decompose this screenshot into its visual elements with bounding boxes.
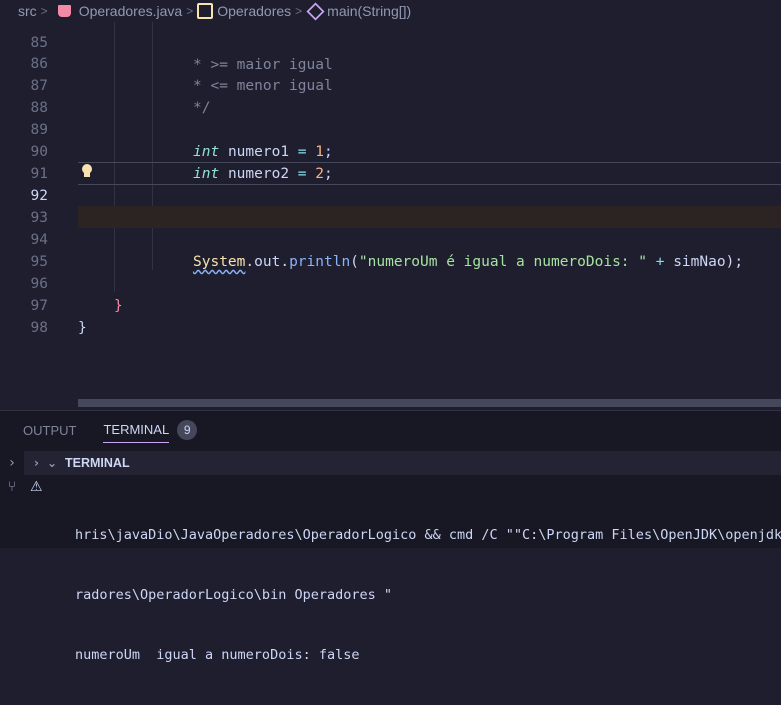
terminal-count-badge: 9 [177,420,198,440]
code-line: 97 } [0,273,781,336]
code-line: 88 [0,75,781,116]
tab-terminal[interactable]: TERMINAL [103,418,170,443]
terminal-line: radores\OperadorLogico\bin Operadores " [75,587,392,603]
code-line: 85 * >= maior igual [0,10,781,73]
source-control-icon[interactable]: ⑂ [4,479,20,495]
code-line: 89 int numero1 = 1; [0,97,781,160]
code-line: 90 int numero2 = 2; [0,119,781,182]
code-line: 95 [0,229,781,270]
bottom-panel: OUTPUT TERMINAL 9 › ⑂ › ⌄ TERMINAL ⚠ hri… [0,410,781,663]
code-line: 98 [0,295,781,336]
code-line: 93 [0,185,781,226]
chevron-right-icon[interactable]: › [4,455,20,471]
terminal-line: hris\javaDio\JavaOperadores\OperadorLogi… [75,527,781,543]
code-line: 91 [0,141,781,182]
chevron-down-icon[interactable]: ⌄ [47,456,57,470]
code-line: 92 boolean simNao = numero1 == numero2; [0,163,781,226]
terminal-output[interactable]: hris\javaDio\JavaOperadores\OperadorLogi… [75,485,781,705]
code-text: } [78,320,87,336]
tab-terminal-label: TERMINAL [103,421,170,437]
panel-side-toolbar: › ⑂ [0,449,24,548]
terminal-section-header[interactable]: › ⌄ TERMINAL [24,451,781,475]
line-number: 98 [30,320,48,336]
tab-output[interactable]: OUTPUT [23,419,76,442]
lightbulb-icon[interactable] [80,161,94,183]
code-editor[interactable]: 85 * >= maior igual 86 * <= menor igual … [0,22,781,400]
terminal-line: numeroUm igual a numeroDois: false [75,647,360,663]
warning-icon[interactable]: ⚠ [30,479,43,495]
horizontal-scrollbar[interactable] [78,399,781,407]
code-line: 87 */ [0,53,781,116]
code-line: 96 } [0,251,781,314]
code-line: 86 * <= menor igual [0,31,781,94]
panel-tabs: OUTPUT TERMINAL 9 [0,411,781,449]
chevron-right-icon[interactable]: › [34,456,39,470]
code-line: 94 System.out.println("numeroUm é igual … [0,207,781,270]
terminal-header-label: TERMINAL [65,456,130,470]
terminal-gutter: ⚠ [24,475,52,548]
